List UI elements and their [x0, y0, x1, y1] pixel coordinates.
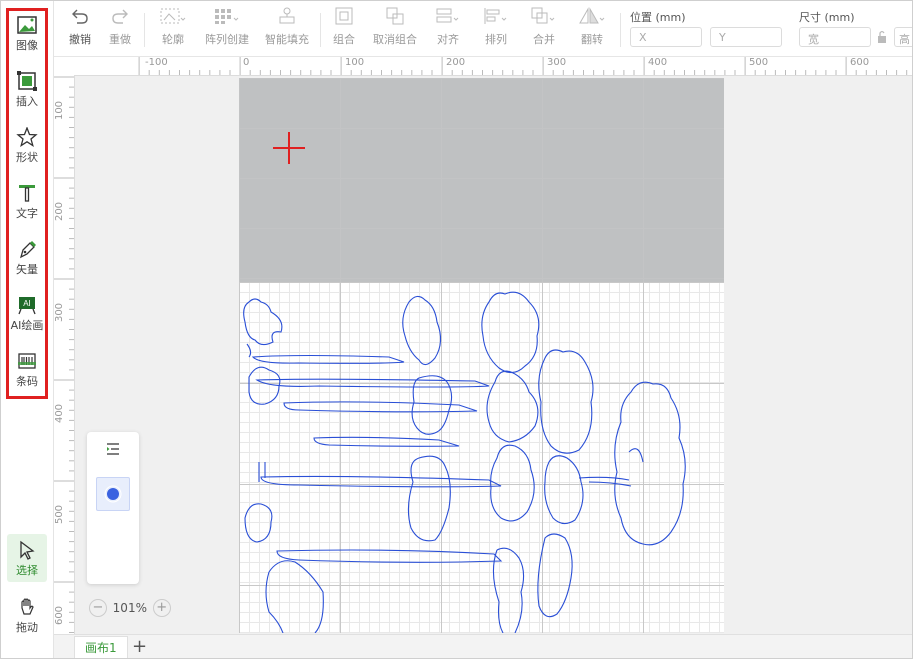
merge-button[interactable]: 合并: [530, 7, 558, 47]
redo-button[interactable]: 重做: [106, 7, 134, 47]
position-y-field[interactable]: Y: [710, 27, 782, 47]
ruler-label: -100: [145, 57, 168, 68]
size-label: 尺寸 (mm): [799, 11, 855, 24]
tool-drag-label: 拖动: [16, 621, 38, 634]
top-toolbar: 撤销 重做 轮廓 阵列创建 智能填充 组合 取消组合 对齐 排列 合并 翻转 位…: [54, 1, 912, 57]
array-grid-icon: [215, 9, 239, 24]
undo-button[interactable]: 撤销: [66, 7, 94, 47]
size-height-field[interactable]: 高: [894, 27, 912, 47]
ruler-label: 0: [243, 57, 250, 68]
flip-button[interactable]: 翻转: [578, 7, 606, 47]
ungroup-button[interactable]: 取消组合: [370, 7, 420, 47]
group-label: 组合: [333, 33, 355, 46]
arrange-icon: [484, 8, 507, 24]
group-icon: [335, 7, 353, 25]
vertical-ruler: 100 200 300 400 500 600: [54, 75, 75, 635]
ruler-label: 100: [54, 100, 66, 121]
outline-button[interactable]: 轮廓: [156, 7, 190, 47]
gray-grid: [239, 78, 724, 282]
array-create-button[interactable]: 阵列创建: [202, 7, 252, 47]
redo-label: 重做: [109, 33, 131, 46]
lock-ratio-icon[interactable]: [876, 29, 888, 45]
arrange-button[interactable]: 排列: [482, 7, 510, 47]
toolbar-divider: [144, 13, 145, 47]
ruler-ticks: [138, 57, 908, 75]
flip-icon: [579, 7, 605, 24]
ruler-label: 500: [749, 57, 769, 68]
left-toolbar: 图像 插入 形状 文字 矢量 AI AI绘画 条码 选择 拖动: [1, 1, 54, 658]
ruler-label: 100: [345, 57, 365, 68]
smart-fill-icon: [279, 7, 295, 24]
merge-label: 合并: [533, 33, 555, 46]
layer-item[interactable]: [96, 477, 130, 511]
ruler-ticks: [54, 76, 74, 633]
ruler-label: 300: [547, 57, 567, 68]
zoom-out-button[interactable]: −: [89, 599, 107, 617]
tool-drag[interactable]: 拖动: [7, 591, 47, 639]
redo-icon: [112, 9, 128, 24]
hand-drag-icon: [21, 598, 34, 615]
crosshair-icon: [273, 132, 305, 164]
app-window: 图像 插入 形状 文字 矢量 AI AI绘画 条码 选择 拖动 撤销 重做 轮廓…: [0, 0, 913, 659]
layer-list-icon[interactable]: [105, 442, 121, 456]
add-canvas-button[interactable]: +: [132, 636, 147, 658]
non-printable-zone: [239, 78, 724, 282]
array-create-label: 阵列创建: [205, 33, 249, 46]
arrange-label: 排列: [485, 33, 507, 46]
ruler-label: 400: [54, 403, 66, 424]
layer-panel: [87, 432, 139, 584]
align-label: 对齐: [437, 33, 459, 46]
zoom-control: − 101% +: [89, 599, 171, 619]
horizontal-ruler: -100 0 100 200 300 400 500 600: [75, 57, 912, 76]
toolbar-divider: [620, 13, 621, 47]
position-y-placeholder: Y: [719, 31, 726, 44]
ruler-corner: [54, 57, 76, 76]
merge-icon: [531, 7, 555, 24]
undo-label: 撤销: [69, 33, 91, 46]
position-label: 位置 (mm): [630, 11, 686, 24]
print-area[interactable]: [239, 282, 724, 633]
tool-select[interactable]: 选择: [7, 534, 47, 582]
vector-drawing[interactable]: [239, 282, 724, 633]
layer-dot-icon: [104, 485, 122, 503]
size-height-placeholder: 高: [899, 33, 910, 46]
cursor-select-icon: [20, 540, 35, 560]
tab-canvas-1[interactable]: 画布1: [74, 636, 128, 658]
ungroup-label: 取消组合: [373, 33, 417, 46]
position-x-placeholder: X: [639, 31, 647, 44]
align-button[interactable]: 对齐: [434, 7, 462, 47]
group-button[interactable]: 组合: [330, 7, 358, 47]
canvas-tab-bar: 画布1 +: [54, 634, 912, 658]
position-x-field[interactable]: X: [630, 27, 702, 47]
ruler-label: 600: [54, 605, 66, 626]
zoom-level: 101%: [112, 601, 147, 615]
flip-label: 翻转: [581, 33, 603, 46]
ruler-label: 600: [850, 57, 870, 68]
smart-fill-button[interactable]: 智能填充: [262, 7, 312, 47]
undo-icon: [72, 9, 88, 24]
ungroup-icon: [386, 7, 404, 25]
ruler-label: 500: [54, 504, 66, 525]
highlight-box: [6, 8, 48, 399]
ruler-label: 200: [54, 201, 66, 222]
ruler-label: 400: [648, 57, 668, 68]
smart-fill-label: 智能填充: [265, 33, 309, 46]
align-icon: [436, 8, 459, 23]
ruler-label: 200: [446, 57, 466, 68]
zoom-in-button[interactable]: +: [152, 599, 171, 617]
size-width-field[interactable]: 宽: [799, 27, 871, 47]
outline-icon: [160, 8, 186, 24]
toolbar-divider: [320, 13, 321, 47]
tool-select-label: 选择: [16, 564, 38, 577]
work-area[interactable]: [239, 78, 724, 633]
ruler-label: 300: [54, 302, 66, 323]
size-width-placeholder: 宽: [808, 33, 819, 46]
outline-label: 轮廓: [162, 33, 184, 46]
